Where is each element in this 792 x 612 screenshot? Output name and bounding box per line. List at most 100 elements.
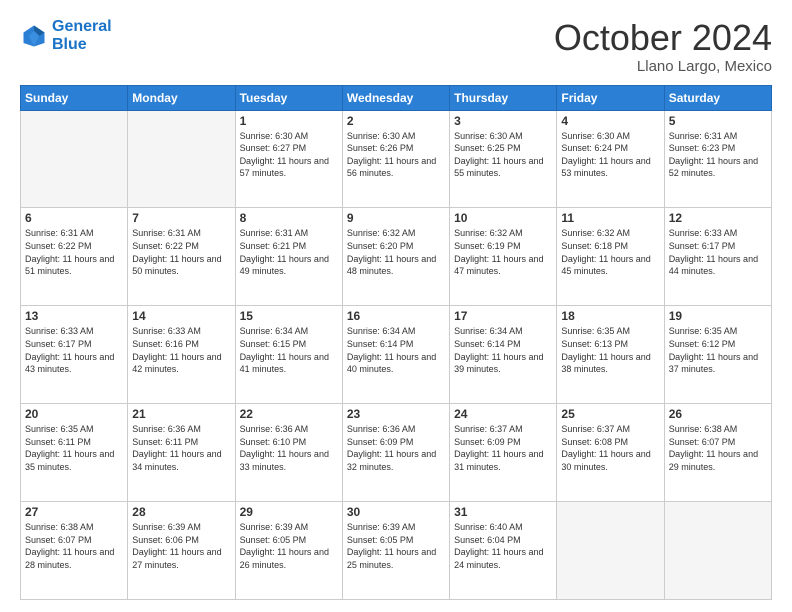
weekday-header-friday: Friday [557,85,664,110]
day-number: 31 [454,505,552,519]
calendar-cell: 18Sunrise: 6:35 AM Sunset: 6:13 PM Dayli… [557,306,664,404]
day-info: Sunrise: 6:36 AM Sunset: 6:10 PM Dayligh… [240,423,338,473]
day-number: 30 [347,505,445,519]
day-info: Sunrise: 6:33 AM Sunset: 6:16 PM Dayligh… [132,325,230,375]
logo-icon [20,22,48,50]
day-info: Sunrise: 6:36 AM Sunset: 6:09 PM Dayligh… [347,423,445,473]
calendar-cell: 25 Sunrise: 6:37 AM Sunset: 6:08 PM Dayli… [557,404,664,502]
day-info: Sunrise: 6:30 AM Sunset: 6:25 PM Dayligh… [454,130,552,180]
day-number: 16 [347,309,445,323]
calendar-cell: 20 Sunrise: 6:35 AM Sunset: 6:11 PM Dayli… [21,404,128,502]
calendar-cell: 26 Sunrise: 6:38 AM Sunset: 6:07 PM Dayli… [664,404,771,502]
day-info: Sunrise: 6:31 AM Sunset: 6:21 PM Dayligh… [240,227,338,277]
calendar-cell: 3Sunrise: 6:30 AM Sunset: 6:25 PM Daylig… [450,110,557,208]
day-info: Sunrise: 6:34 AM Sunset: 6:15 PM Dayligh… [240,325,338,375]
day-number: 27 [25,505,123,519]
week-row-2: 13 Sunrise: 6:33 AM Sunset: 6:17 PM Dayli… [21,306,772,404]
day-number: 13 [25,309,123,323]
calendar-cell: 19Sunrise: 6:35 AM Sunset: 6:12 PM Dayli… [664,306,771,404]
day-info: Sunrise: 6:34 AM Sunset: 6:14 PM Dayligh… [347,325,445,375]
calendar-cell: 13 Sunrise: 6:33 AM Sunset: 6:17 PM Dayli… [21,306,128,404]
calendar-cell: 6Sunrise: 6:31 AM Sunset: 6:22 PM Daylig… [21,208,128,306]
day-number: 21 [132,407,230,421]
day-info: Sunrise: 6:31 AM Sunset: 6:22 PM Dayligh… [132,227,230,277]
calendar-cell: 15 Sunrise: 6:34 AM Sunset: 6:15 PM Dayli… [235,306,342,404]
day-info: Sunrise: 6:32 AM Sunset: 6:19 PM Dayligh… [454,227,552,277]
day-number: 24 [454,407,552,421]
calendar-cell: 22 Sunrise: 6:36 AM Sunset: 6:10 PM Dayli… [235,404,342,502]
calendar-cell: 7 Sunrise: 6:31 AM Sunset: 6:22 PM Daylig… [128,208,235,306]
calendar-header: SundayMondayTuesdayWednesdayThursdayFrid… [21,85,772,110]
calendar-body: 1Sunrise: 6:30 AM Sunset: 6:27 PM Daylig… [21,110,772,599]
day-number: 7 [132,211,230,225]
week-row-0: 1Sunrise: 6:30 AM Sunset: 6:27 PM Daylig… [21,110,772,208]
calendar-cell: 9 Sunrise: 6:32 AM Sunset: 6:20 PM Daylig… [342,208,449,306]
calendar-cell: 30Sunrise: 6:39 AM Sunset: 6:05 PM Dayli… [342,502,449,600]
day-number: 1 [240,114,338,128]
logo-line2: Blue [52,36,87,53]
day-info: Sunrise: 6:38 AM Sunset: 6:07 PM Dayligh… [669,423,767,473]
day-number: 20 [25,407,123,421]
calendar-cell: 4Sunrise: 6:30 AM Sunset: 6:24 PM Daylig… [557,110,664,208]
logo: General Blue [20,18,112,53]
calendar-cell: 23Sunrise: 6:36 AM Sunset: 6:09 PM Dayli… [342,404,449,502]
logo-line1: General [52,18,112,35]
calendar-table: SundayMondayTuesdayWednesdayThursdayFrid… [20,85,772,600]
calendar-cell: 31Sunrise: 6:40 AM Sunset: 6:04 PM Dayli… [450,502,557,600]
calendar-cell: 1Sunrise: 6:30 AM Sunset: 6:27 PM Daylig… [235,110,342,208]
day-number: 14 [132,309,230,323]
day-number: 28 [132,505,230,519]
day-info: Sunrise: 6:34 AM Sunset: 6:14 PM Dayligh… [454,325,552,375]
day-number: 9 [347,211,445,225]
calendar-cell: 27Sunrise: 6:38 AM Sunset: 6:07 PM Dayli… [21,502,128,600]
day-number: 4 [561,114,659,128]
calendar-cell [21,110,128,208]
calendar-cell: 16 Sunrise: 6:34 AM Sunset: 6:14 PM Dayli… [342,306,449,404]
calendar-cell: 17 Sunrise: 6:34 AM Sunset: 6:14 PM Dayli… [450,306,557,404]
calendar-cell [664,502,771,600]
calendar-cell: 10Sunrise: 6:32 AM Sunset: 6:19 PM Dayli… [450,208,557,306]
weekday-header-tuesday: Tuesday [235,85,342,110]
location: Llano Largo, Mexico [554,58,772,75]
weekday-header-sunday: Sunday [21,85,128,110]
title-block: October 2024 Llano Largo, Mexico [554,18,772,75]
weekday-row: SundayMondayTuesdayWednesdayThursdayFrid… [21,85,772,110]
day-info: Sunrise: 6:31 AM Sunset: 6:23 PM Dayligh… [669,130,767,180]
day-info: Sunrise: 6:37 AM Sunset: 6:08 PM Dayligh… [561,423,659,473]
day-number: 22 [240,407,338,421]
header: General Blue October 2024 Llano Largo, M… [20,18,772,75]
logo-text: General Blue [52,18,112,53]
calendar-cell: 29Sunrise: 6:39 AM Sunset: 6:05 PM Dayli… [235,502,342,600]
day-number: 8 [240,211,338,225]
week-row-3: 20 Sunrise: 6:35 AM Sunset: 6:11 PM Dayli… [21,404,772,502]
day-info: Sunrise: 6:33 AM Sunset: 6:17 PM Dayligh… [25,325,123,375]
calendar-cell: 8 Sunrise: 6:31 AM Sunset: 6:21 PM Daylig… [235,208,342,306]
month-title: October 2024 [554,18,772,58]
weekday-header-wednesday: Wednesday [342,85,449,110]
day-info: Sunrise: 6:35 AM Sunset: 6:13 PM Dayligh… [561,325,659,375]
day-info: Sunrise: 6:31 AM Sunset: 6:22 PM Dayligh… [25,227,123,277]
calendar-cell: 12Sunrise: 6:33 AM Sunset: 6:17 PM Dayli… [664,208,771,306]
day-number: 17 [454,309,552,323]
calendar-cell: 14 Sunrise: 6:33 AM Sunset: 6:16 PM Dayli… [128,306,235,404]
calendar-cell: 11 Sunrise: 6:32 AM Sunset: 6:18 PM Dayli… [557,208,664,306]
weekday-header-monday: Monday [128,85,235,110]
day-info: Sunrise: 6:32 AM Sunset: 6:18 PM Dayligh… [561,227,659,277]
calendar-cell: 24Sunrise: 6:37 AM Sunset: 6:09 PM Dayli… [450,404,557,502]
day-info: Sunrise: 6:36 AM Sunset: 6:11 PM Dayligh… [132,423,230,473]
day-number: 5 [669,114,767,128]
day-number: 19 [669,309,767,323]
calendar-cell: 28 Sunrise: 6:39 AM Sunset: 6:06 PM Dayli… [128,502,235,600]
day-number: 15 [240,309,338,323]
weekday-header-thursday: Thursday [450,85,557,110]
day-number: 25 [561,407,659,421]
day-number: 11 [561,211,659,225]
calendar-cell: 2Sunrise: 6:30 AM Sunset: 6:26 PM Daylig… [342,110,449,208]
day-info: Sunrise: 6:39 AM Sunset: 6:06 PM Dayligh… [132,521,230,571]
day-info: Sunrise: 6:32 AM Sunset: 6:20 PM Dayligh… [347,227,445,277]
week-row-1: 6Sunrise: 6:31 AM Sunset: 6:22 PM Daylig… [21,208,772,306]
day-info: Sunrise: 6:35 AM Sunset: 6:11 PM Dayligh… [25,423,123,473]
day-number: 26 [669,407,767,421]
day-number: 29 [240,505,338,519]
page: General Blue October 2024 Llano Largo, M… [0,0,792,612]
